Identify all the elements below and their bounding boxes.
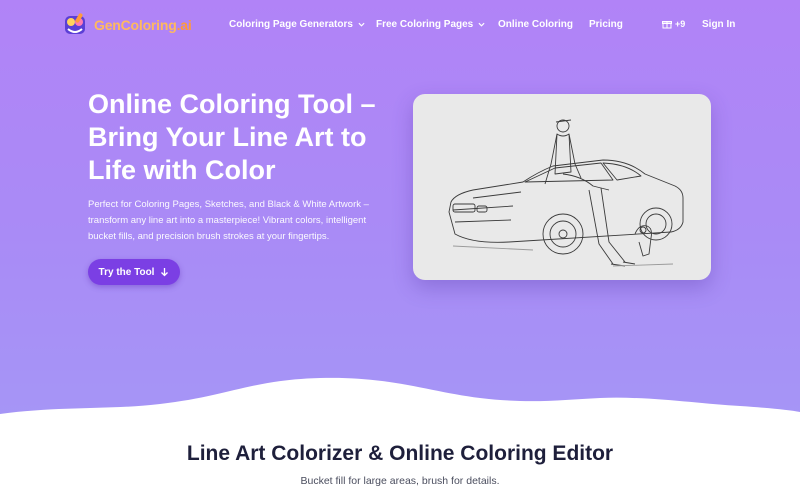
hero-wave-divider — [0, 377, 800, 430]
nav-label: Online Coloring — [498, 19, 573, 30]
nav-label: Coloring Page Generators — [229, 19, 353, 30]
nav-pricing[interactable]: Pricing — [589, 19, 623, 30]
nav-online-coloring[interactable]: Online Coloring — [498, 19, 573, 30]
try-tool-label: Try the Tool — [98, 266, 155, 278]
gift-icon — [662, 21, 672, 29]
sign-in-label: Sign In — [702, 19, 736, 30]
sign-in-link[interactable]: Sign In — [702, 19, 735, 30]
hero-section: GenColoring.ai Coloring Page Generators … — [0, 0, 800, 430]
line-art-preview — [413, 94, 711, 280]
chevron-down-icon — [478, 22, 485, 27]
try-tool-button[interactable]: Try the Tool — [88, 259, 180, 285]
brand-name-suffix: .ai — [176, 17, 192, 33]
hero-title: Online Coloring Tool – Bring Your Line A… — [88, 89, 376, 185]
gift-count: +9 — [675, 19, 686, 29]
nav-free-coloring-pages[interactable]: Free Coloring Pages — [376, 19, 485, 30]
nav-coloring-page-generators[interactable]: Coloring Page Generators — [229, 19, 365, 30]
arrow-down-icon — [161, 268, 169, 277]
car-line-art-image — [448, 119, 684, 267]
nav-label: Free Coloring Pages — [376, 19, 474, 30]
logo-icon — [62, 12, 88, 38]
brand-name-main: GenColoring — [94, 17, 177, 33]
hero-description: Perfect for Coloring Pages, Sketches, an… — [88, 199, 369, 242]
nav-label: Pricing — [589, 19, 623, 30]
section-title: Line Art Colorizer & Online Coloring Edi… — [186, 442, 614, 465]
chevron-down-icon — [358, 22, 365, 27]
brand-logo[interactable]: GenColoring.ai — [62, 12, 192, 38]
brand-name: GenColoring.ai — [94, 17, 192, 33]
top-nav: GenColoring.ai Coloring Page Generators … — [0, 0, 800, 50]
gift-button[interactable]: +9 — [662, 19, 685, 29]
section-subtitle: Bucket fill for large areas, brush for d… — [300, 475, 500, 487]
